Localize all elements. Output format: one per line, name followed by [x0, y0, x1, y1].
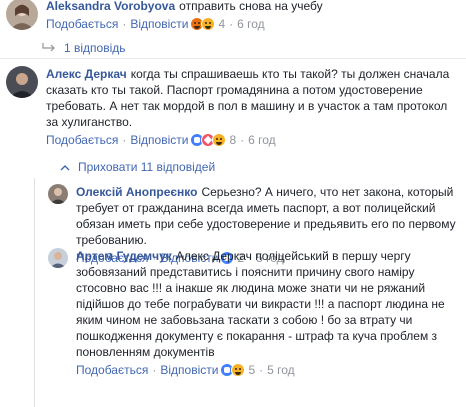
like-link[interactable]: Подобається: [46, 17, 118, 31]
like-link[interactable]: Подобається: [46, 133, 118, 147]
haha-reaction-icon: [201, 17, 216, 31]
comment-author[interactable]: Aleksandra Vorobyova: [46, 0, 175, 13]
comment-time[interactable]: 6 год: [237, 17, 265, 31]
avatar[interactable]: [6, 0, 38, 30]
replies-count-label[interactable]: 1 відповідь: [64, 41, 126, 55]
comment-time[interactable]: 5 год: [267, 363, 295, 377]
comment-actions: Подобається · Відповісти 8 · 6 год: [46, 133, 276, 147]
hide-replies-link[interactable]: Приховати 11 відповідей: [60, 160, 215, 174]
comment-author[interactable]: Артем Гудемчук: [76, 249, 172, 263]
reaction-icons[interactable]: [190, 133, 227, 147]
divider: [0, 58, 466, 59]
comment: Алекс Деркач когда ты спрашиваешь кто ты …: [6, 66, 460, 147]
reply-link[interactable]: Відповісти: [130, 133, 188, 147]
comment-text: отправить снова на учебу: [179, 0, 323, 13]
view-replies-link[interactable]: 1 відповідь: [42, 41, 126, 55]
reply-comment: Артем Гудемчук Алекс Деркач поліцейський …: [48, 248, 462, 377]
hide-replies-label[interactable]: Приховати 11 відповідей: [78, 160, 215, 174]
comment-time[interactable]: 6 год: [248, 133, 276, 147]
wow-reaction-icon: [212, 133, 227, 147]
reaction-count[interactable]: 4: [218, 17, 225, 31]
chevron-up-icon: [60, 164, 70, 170]
like-link[interactable]: Подобається: [76, 363, 148, 377]
reaction-count[interactable]: 8: [229, 133, 236, 147]
comment: Aleksandra Vorobyova отправить снова на у…: [6, 0, 460, 31]
comment-actions: Подобається · Відповісти 4 · 6 год: [46, 17, 265, 31]
avatar[interactable]: [48, 248, 68, 268]
avatar[interactable]: [48, 184, 68, 204]
haha-reaction-icon: [231, 363, 246, 377]
thread-line: [34, 178, 35, 407]
reply-link[interactable]: Відповісти: [130, 17, 188, 31]
comment-text: Алекс Деркач поліцейський в першу чергу …: [76, 249, 445, 359]
reply-link[interactable]: Відповісти: [160, 363, 218, 377]
comment-author[interactable]: Алекс Деркач: [46, 67, 127, 81]
avatar[interactable]: [6, 66, 38, 98]
reaction-icons[interactable]: [190, 17, 216, 31]
reaction-count[interactable]: 5: [248, 363, 255, 377]
comment-author[interactable]: Олексій Анопреєнко: [76, 185, 197, 199]
reaction-icons[interactable]: [220, 363, 246, 377]
comment-actions: Подобається · Відповісти 5 · 5 год: [76, 363, 295, 377]
reply-arrow-icon: [42, 43, 55, 52]
